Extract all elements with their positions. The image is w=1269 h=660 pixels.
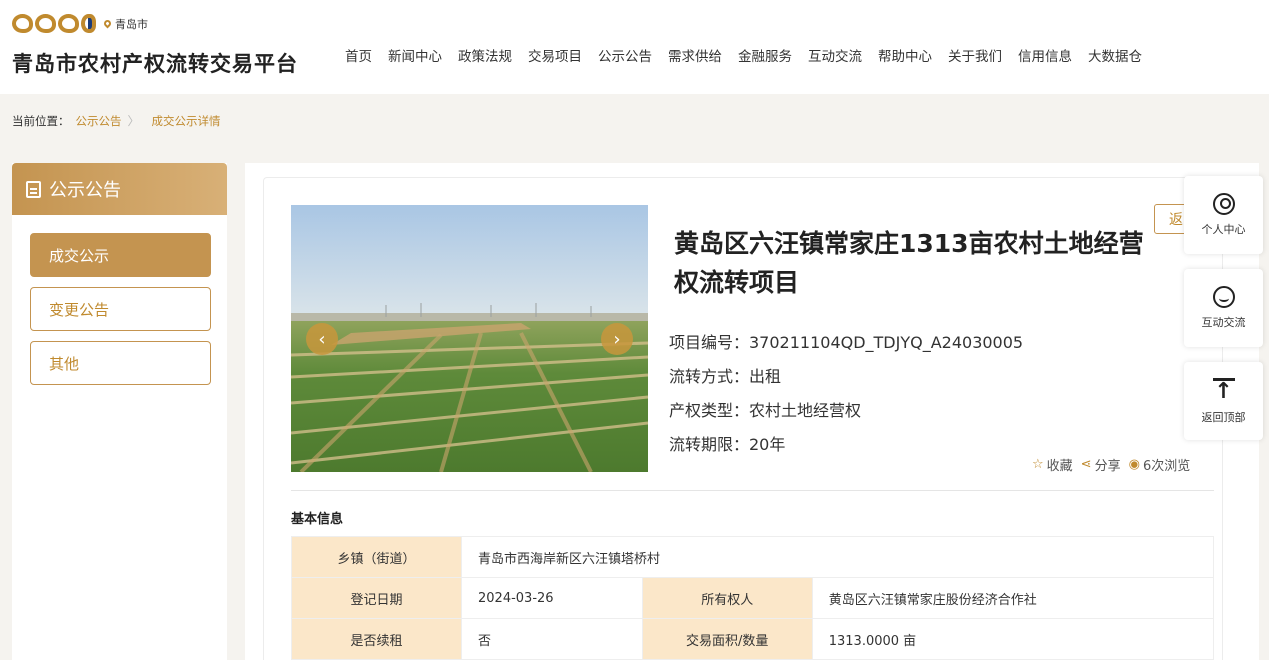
- view-count: ◉ 6次浏览: [1129, 455, 1191, 474]
- table-value: 黄岛区六汪镇常家庄股份经济合作社: [811, 577, 1215, 619]
- table-row: 乡镇（街道） 青岛市西海岸新区六汪镇塔桥村: [291, 536, 1214, 578]
- table-key: 是否续租: [291, 618, 462, 660]
- table-row: 是否续租 否 交易面积/数量 1313.0000 亩: [291, 618, 1215, 660]
- share-icon: ⋖: [1080, 457, 1092, 472]
- nav-item-help[interactable]: 帮助中心: [870, 45, 940, 65]
- table-row: 登记日期 2024-03-26 所有权人 黄岛区六汪镇常家庄股份经济合作社: [291, 577, 1215, 619]
- table-value: 否: [461, 618, 643, 660]
- chat-icon: [1212, 286, 1235, 308]
- sidebar: 公示公告 成交公示 变更公告 其他: [12, 163, 227, 660]
- transfer-method: 流转方式：出租: [669, 367, 782, 386]
- table-key: 乡镇（街道）: [291, 536, 462, 578]
- project-card: ‹ › 黄岛区六汪镇常家庄1313亩农村土地经营权流转项目 返 项目编号：370…: [263, 177, 1224, 660]
- table-key: 所有权人: [641, 577, 813, 619]
- nav-item-about[interactable]: 关于我们: [940, 45, 1010, 65]
- table-value: 2024-03-26: [461, 577, 643, 619]
- nav-item-home[interactable]: 首页: [337, 45, 380, 65]
- interaction-label: 互动交流: [1201, 316, 1246, 329]
- breadcrumb: 当前位置： 公示公告 〉 成交公示详情: [12, 112, 221, 129]
- share-label: 分享: [1094, 459, 1121, 474]
- carousel-next-button[interactable]: ›: [601, 323, 633, 355]
- project-fields: 项目编号：370211104QD_TDJYQ_A24030005 流转方式：出租…: [669, 324, 1023, 460]
- nav-item-finance[interactable]: 金融服务: [730, 45, 800, 65]
- logo-mark: [12, 14, 96, 33]
- table-value: 1313.0000 亩: [811, 618, 1215, 660]
- star-icon: ☆: [1032, 457, 1044, 472]
- eye-icon: ◉: [1128, 457, 1140, 472]
- property-type: 产权类型：农村土地经营权: [669, 401, 862, 420]
- interaction-button[interactable]: 互动交流: [1184, 269, 1263, 347]
- city-selector[interactable]: 青岛市: [102, 16, 148, 32]
- document-icon: [26, 180, 41, 198]
- nav-item-credit[interactable]: 信用信息: [1010, 45, 1080, 65]
- city-label: 青岛市: [115, 17, 148, 31]
- nav-item-supply-demand[interactable]: 需求供给: [660, 45, 730, 65]
- table-key: 登记日期: [291, 577, 462, 619]
- farmland-photo: [291, 205, 648, 472]
- sidebar-title: 公示公告: [49, 180, 121, 201]
- breadcrumb-link-announcements[interactable]: 公示公告: [76, 113, 122, 129]
- back-to-top-label: 返回顶部: [1201, 410, 1246, 424]
- project-photo-carousel[interactable]: ‹ ›: [291, 205, 648, 472]
- sidebar-item-other[interactable]: 其他: [30, 341, 211, 385]
- favorite-button[interactable]: ☆ 收藏: [1032, 455, 1073, 474]
- nav-item-bigdata[interactable]: 大数据仓: [1080, 45, 1150, 65]
- breadcrumb-current: 成交公示详情: [151, 113, 221, 128]
- transfer-term: 流转期限：20年: [669, 435, 786, 454]
- table-value: 青岛市西海岸新区六汪镇塔桥村: [461, 536, 1214, 578]
- project-actions: ☆ 收藏 ⋖ 分享 ◉ 6次浏览: [1032, 455, 1198, 474]
- nav-item-interaction[interactable]: 互动交流: [800, 45, 870, 65]
- main-panel: ‹ › 黄岛区六汪镇常家庄1313亩农村土地经营权流转项目 返 项目编号：370…: [245, 163, 1259, 660]
- back-to-top-button[interactable]: ↑ 返回顶部: [1184, 362, 1263, 440]
- project-number: 项目编号：370211104QD_TDJYQ_A24030005: [669, 333, 1024, 352]
- favorite-label: 收藏: [1046, 459, 1073, 474]
- location-pin-icon: [102, 18, 113, 29]
- site-title: 青岛市农村产权流转交易平台: [12, 52, 298, 76]
- site-header: 青岛市 青岛市农村产权流转交易平台 首页 新闻中心 政策法规 交易项目 公示公告…: [0, 0, 1269, 94]
- basic-info-table: 乡镇（街道） 青岛市西海岸新区六汪镇塔桥村 登记日期 2024-03-26 所有…: [291, 536, 1215, 660]
- breadcrumb-label: 当前位置：: [12, 113, 70, 128]
- user-center-label: 个人中心: [1201, 223, 1246, 236]
- carousel-prev-button[interactable]: ‹: [306, 323, 338, 355]
- user-center-button[interactable]: 个人中心: [1184, 176, 1263, 254]
- project-title: 黄岛区六汪镇常家庄1313亩农村土地经营权流转项目: [674, 229, 1144, 297]
- sidebar-header: 公示公告: [12, 163, 227, 215]
- share-button[interactable]: ⋖ 分享: [1081, 455, 1121, 474]
- sidebar-item-change-notice[interactable]: 变更公告: [30, 287, 211, 331]
- basic-info-title: 基本信息: [291, 512, 344, 527]
- user-icon: [1212, 193, 1235, 215]
- view-count-label: 6次浏览: [1142, 459, 1191, 474]
- nav-item-projects[interactable]: 交易项目: [520, 45, 590, 65]
- nav-item-news[interactable]: 新闻中心: [380, 45, 450, 65]
- table-key: 交易面积/数量: [641, 618, 813, 660]
- nav-item-announcements[interactable]: 公示公告: [590, 45, 660, 65]
- divider: [291, 490, 1214, 491]
- logo[interactable]: 青岛市: [12, 14, 148, 33]
- sidebar-list: 成交公示 变更公告 其他: [12, 215, 227, 385]
- breadcrumb-separator-icon: 〉: [127, 114, 140, 128]
- main-nav: 首页 新闻中心 政策法规 交易项目 公示公告 需求供给 金融服务 互动交流 帮助…: [337, 45, 1150, 65]
- sidebar-item-deal-notice[interactable]: 成交公示: [30, 233, 211, 277]
- arrow-up-icon: ↑: [1212, 377, 1235, 404]
- nav-item-policy[interactable]: 政策法规: [450, 45, 520, 65]
